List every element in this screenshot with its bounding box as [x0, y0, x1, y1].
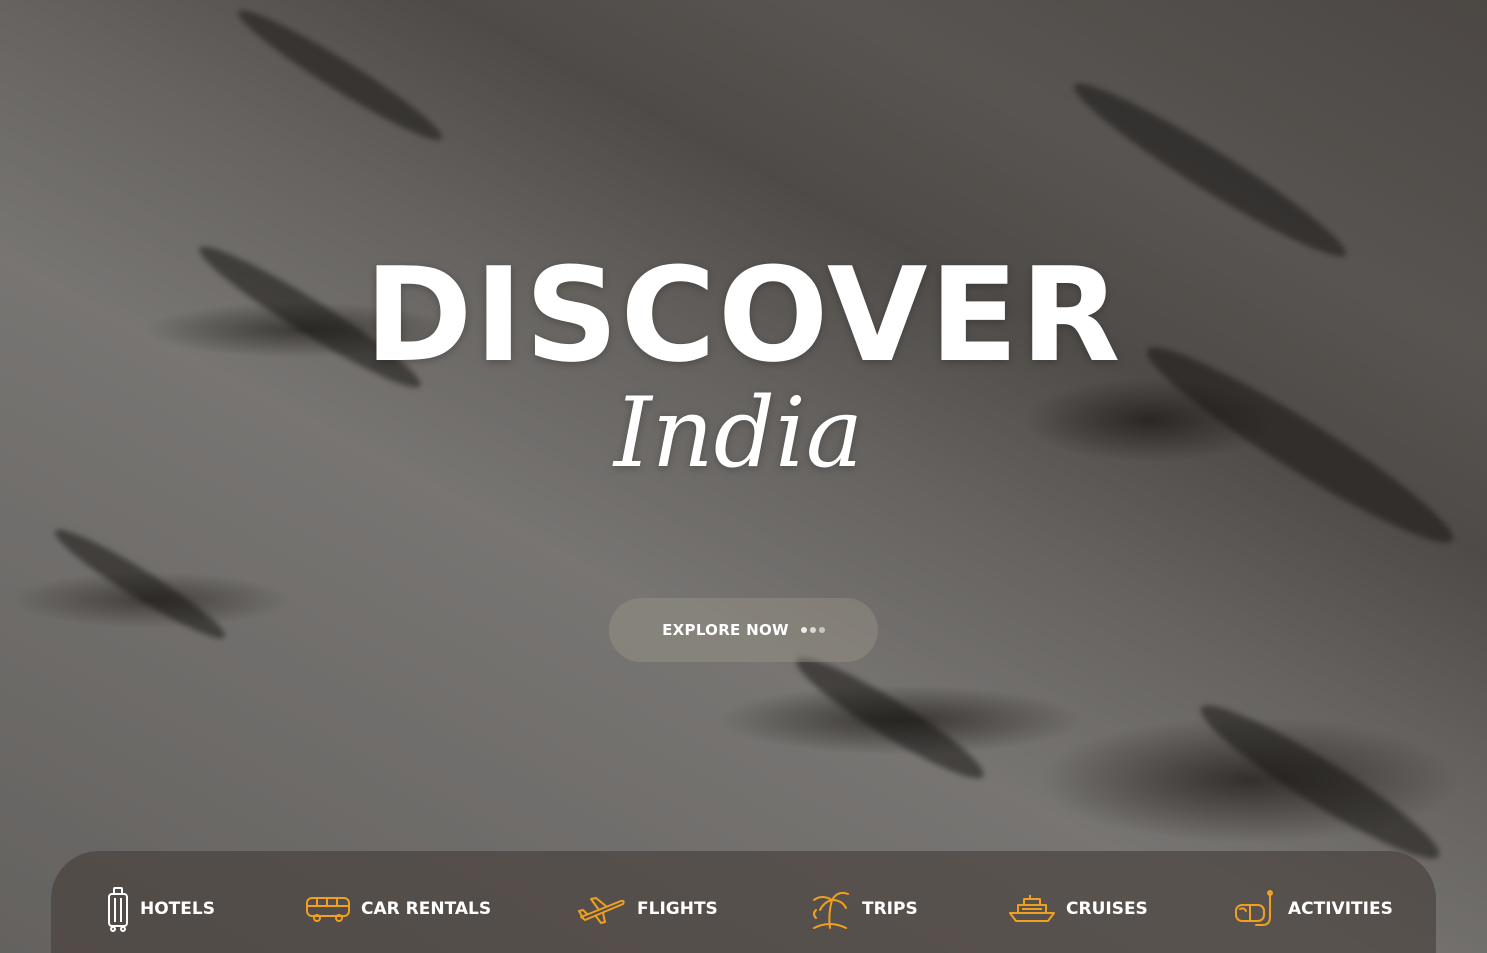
explore-now-label: EXPLORE NOW: [662, 621, 789, 639]
luggage-icon: [106, 886, 130, 932]
nav-item-hotels[interactable]: HOTELS: [106, 884, 215, 934]
airplane-icon: [577, 893, 627, 925]
nav-item-flights[interactable]: FLIGHTS: [577, 884, 718, 934]
nav-item-car-rentals[interactable]: CAR RENTALS: [305, 884, 491, 934]
palm-tree-icon: [808, 888, 852, 930]
hero-title: DISCOVER: [364, 239, 1123, 391]
explore-now-button[interactable]: EXPLORE NOW: [609, 598, 878, 662]
ship-icon: [1008, 893, 1056, 925]
hero-section: DISCOVER India EXPLORE NOW HOTELS CAR RE…: [0, 0, 1487, 953]
hero-title-block: DISCOVER India: [0, 250, 1487, 488]
nav-label-hotels: HOTELS: [140, 899, 215, 919]
nav-label-activities: ACTIVITIES: [1288, 899, 1393, 919]
nav-label-trips: TRIPS: [862, 899, 918, 919]
nav-label-car-rentals: CAR RENTALS: [361, 899, 492, 919]
nav-item-activities[interactable]: ACTIVITIES: [1234, 884, 1393, 934]
nav-label-cruises: CRUISES: [1066, 899, 1148, 919]
nav-item-cruises[interactable]: CRUISES: [1008, 884, 1148, 934]
nav-item-trips[interactable]: TRIPS: [808, 884, 918, 934]
snorkel-mask-icon: [1234, 889, 1278, 929]
hero-subtitle: India: [613, 377, 864, 489]
category-nav-bar: [51, 851, 1436, 953]
loading-dots-icon: [800, 627, 825, 633]
bus-icon: [305, 895, 351, 923]
nav-label-flights: FLIGHTS: [637, 899, 718, 919]
